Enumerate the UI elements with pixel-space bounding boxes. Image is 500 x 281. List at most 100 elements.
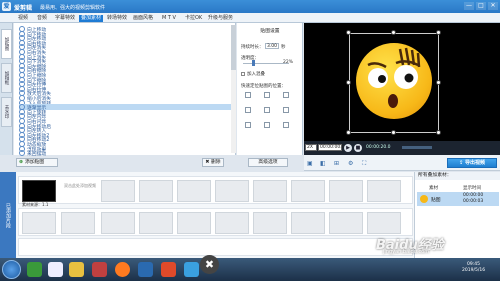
app-icon[interactable] xyxy=(48,262,63,277)
position-top-left[interactable] xyxy=(245,92,251,98)
scroll-thumb[interactable] xyxy=(231,25,236,70)
maximize-button[interactable]: □ xyxy=(476,2,486,10)
shocked-emoji-sticker[interactable] xyxy=(356,43,432,119)
advanced-options-button[interactable]: 高级选项 xyxy=(248,158,288,167)
position-bottom-left[interactable] xyxy=(245,122,251,128)
blend-label: 加入混叠 xyxy=(247,72,265,77)
empty-slot[interactable] xyxy=(329,180,363,202)
resize-handle[interactable] xyxy=(346,80,351,85)
menu-upgrade[interactable]: 升级与服务 xyxy=(206,15,235,22)
app-icon[interactable] xyxy=(138,262,153,277)
export-video-button[interactable]: ⇪ 导出视频 xyxy=(447,158,497,168)
menu-transition[interactable]: 转场特效 xyxy=(105,15,129,22)
menu-audio[interactable]: 音频 xyxy=(35,15,49,22)
empty-slot[interactable] xyxy=(215,180,249,202)
video-preview[interactable] xyxy=(304,23,500,141)
overlay-row[interactable]: 贴图 00:00:00 00:00:03 xyxy=(417,192,499,206)
add-clip-hint[interactable]: 双击此处添加视频 xyxy=(61,183,99,188)
resize-handle[interactable] xyxy=(346,130,351,135)
clock[interactable]: 09:45 2019/5/16 xyxy=(462,262,485,274)
resize-handle[interactable] xyxy=(436,30,441,35)
empty-slot[interactable] xyxy=(177,212,211,234)
zoom-icon[interactable]: ⊞ xyxy=(334,160,339,167)
watermark-url: jingyan.baidu.com xyxy=(383,249,430,255)
position-bottom-center[interactable] xyxy=(264,122,270,128)
folder-icon[interactable]: ▣ xyxy=(307,160,313,167)
clip-track[interactable] xyxy=(18,208,413,236)
duration-unit: 秒 xyxy=(281,45,286,50)
position-middle-left[interactable] xyxy=(245,107,251,113)
windows-taskbar: 09:45 2019/5/16 xyxy=(0,258,500,281)
app-icon[interactable] xyxy=(27,262,42,277)
position-top-right[interactable] xyxy=(283,92,289,98)
snapshot-icon[interactable]: ◧ xyxy=(320,160,326,167)
empty-slot[interactable] xyxy=(367,180,401,202)
duration-input[interactable]: 3.00 xyxy=(265,43,279,49)
app-icon[interactable] xyxy=(161,262,176,277)
position-center[interactable] xyxy=(264,107,270,113)
firefox-icon[interactable] xyxy=(115,262,130,277)
effects-list-panel: 向上移动 向下移动 向左移动 向右移动 向左消失 向右消失 向上消失 向下消失 向左擦除 向右擦除… xyxy=(14,23,236,167)
position-bottom-right[interactable] xyxy=(283,122,289,128)
empty-slot[interactable] xyxy=(22,212,56,234)
empty-slot[interactable] xyxy=(215,212,249,234)
minimize-button[interactable]: — xyxy=(464,2,474,10)
resize-handle[interactable] xyxy=(391,30,396,35)
play-button[interactable]: ▶ xyxy=(344,144,352,152)
app-icon[interactable] xyxy=(92,262,107,277)
overlay-end: 00:00:03 xyxy=(463,199,484,204)
add-sticker-button[interactable]: ⊕ 添加贴图 xyxy=(16,158,58,167)
empty-slot[interactable] xyxy=(101,180,135,202)
empty-slot[interactable] xyxy=(101,212,135,234)
folder-icon[interactable] xyxy=(69,262,84,277)
menu-bar: 视频 音频 字幕特效 叠加素材 转场特效 画面风格 M T V 卡拉OK 升级与… xyxy=(0,13,500,23)
position-top-center[interactable] xyxy=(264,92,270,98)
empty-slot[interactable] xyxy=(139,180,173,202)
col-material: 素材 xyxy=(429,186,438,191)
empty-slot[interactable] xyxy=(177,180,211,202)
stop-button[interactable]: ■ xyxy=(354,144,362,152)
menu-video[interactable]: 视频 xyxy=(16,15,30,22)
opacity-slider-handle[interactable] xyxy=(251,60,255,66)
effects-scrollbar[interactable] xyxy=(231,25,236,153)
video-editor-icon[interactable] xyxy=(184,262,199,277)
clip-track[interactable] xyxy=(18,238,413,256)
sticker-settings-panel: 贴图设置 持续时长： 3.00 秒 透明度： 22% 加入混叠 快速定位贴图的位… xyxy=(237,23,303,167)
start-button[interactable] xyxy=(2,260,21,279)
empty-slot[interactable] xyxy=(367,212,401,234)
close-button[interactable]: ✕ xyxy=(488,2,498,10)
resize-handle[interactable] xyxy=(391,130,396,135)
tab-remove-watermark[interactable]: 去水印 xyxy=(1,97,12,127)
volume-slider[interactable] xyxy=(402,146,432,149)
empty-slot[interactable] xyxy=(329,212,363,234)
position-middle-right[interactable] xyxy=(283,107,289,113)
tab-add-sticker[interactable]: 加贴图 xyxy=(1,29,12,59)
clip-thumbnail[interactable] xyxy=(22,180,56,202)
menu-style[interactable]: 画面风格 xyxy=(131,15,155,22)
empty-slot[interactable] xyxy=(253,212,287,234)
emoji-thumb-icon xyxy=(420,195,428,203)
menu-karaoke[interactable]: 卡拉OK xyxy=(183,15,204,22)
empty-slot[interactable] xyxy=(139,212,173,234)
menu-overlay[interactable]: 叠加素材 xyxy=(79,15,104,22)
empty-slot[interactable] xyxy=(253,180,287,202)
resize-handle[interactable] xyxy=(436,80,441,85)
blend-checkbox[interactable] xyxy=(241,72,245,76)
menu-mtv[interactable]: M T V xyxy=(160,15,178,22)
effect-item[interactable]: 来回摆动 xyxy=(19,150,234,157)
delete-button[interactable]: ✖ 删除 xyxy=(202,158,224,167)
zoom-box[interactable]: 2X xyxy=(305,144,317,151)
blend-option[interactable]: 加入混叠 xyxy=(241,71,265,77)
export-label: 导出视频 xyxy=(464,160,485,166)
fullscreen-icon[interactable]: ⛶ xyxy=(362,160,366,168)
empty-slot[interactable] xyxy=(291,212,325,234)
resize-handle[interactable] xyxy=(346,30,351,35)
menu-subtitle[interactable]: 字幕特效 xyxy=(53,15,77,22)
tab-add-frame[interactable]: 加相框 xyxy=(1,63,12,93)
settings-icon[interactable]: ⚙ xyxy=(348,160,353,167)
empty-slot[interactable] xyxy=(61,212,95,234)
clip-track[interactable]: 素材来源：1.1 双击此处添加视频 xyxy=(18,176,413,207)
empty-slot[interactable] xyxy=(291,180,325,202)
resize-handle[interactable] xyxy=(436,130,441,135)
settings-title: 贴图设置 xyxy=(260,29,280,34)
